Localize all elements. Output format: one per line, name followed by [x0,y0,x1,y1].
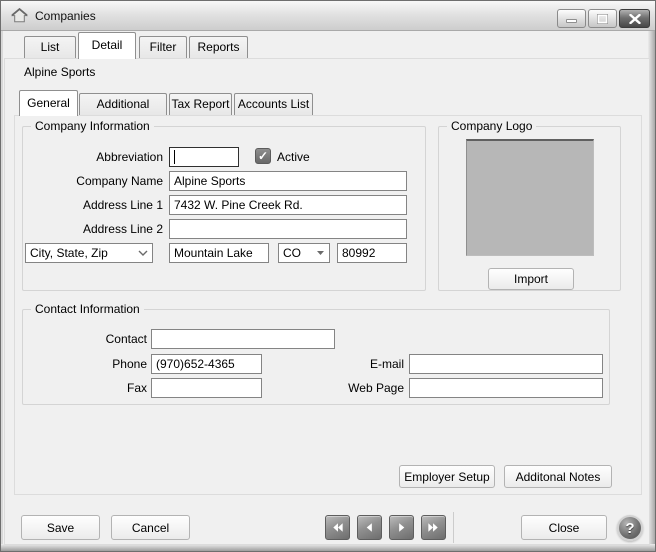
nav-previous-button[interactable] [357,515,382,540]
tab-accounts-list[interactable]: Accounts List [234,93,313,115]
address-line2-label: Address Line 2 [39,222,163,236]
minimize-button[interactable] [557,9,586,28]
contact-label: Contact [41,332,147,346]
footer-separator [453,512,454,543]
titlebar-close-button[interactable] [619,9,650,28]
web-page-label: Web Page [298,381,404,395]
address-line1-input[interactable] [169,195,407,215]
zip-input[interactable] [337,243,407,263]
company-information-legend: Company Information [31,119,154,133]
chevron-down-icon [138,250,148,256]
tab-additional-detail[interactable]: Additional Detail [79,93,167,115]
abbreviation-input[interactable] [169,147,239,167]
dropdown-arrow-icon [316,250,325,256]
city-input[interactable] [169,243,269,263]
phone-input[interactable] [151,354,262,374]
window-title: Companies [35,9,96,23]
companies-window: Companies List Detail Filter Reports Alp… [0,0,656,552]
active-checkbox[interactable]: ✓ [255,148,271,164]
company-name-input[interactable] [169,171,407,191]
email-input[interactable] [409,354,603,374]
email-label: E-mail [298,357,404,371]
address-line1-label: Address Line 1 [39,198,163,212]
save-button[interactable]: Save [21,515,100,540]
question-mark-icon: ? [625,520,634,537]
employer-setup-button[interactable]: Employer Setup [399,465,495,488]
address-format-value: City, State, Zip [30,246,108,260]
active-label: Active [277,150,310,164]
state-select[interactable]: CO [278,243,330,263]
close-x-icon [629,14,641,24]
abbreviation-label: Abbreviation [39,150,163,164]
web-page-input[interactable] [409,378,603,398]
phone-label: Phone [41,357,147,371]
nav-first-button[interactable] [325,515,350,540]
additional-notes-button[interactable]: Additonal Notes [504,465,612,488]
double-arrow-right-icon [426,520,441,535]
tab-filter[interactable]: Filter [139,36,187,58]
cancel-button[interactable]: Cancel [111,515,190,540]
tab-list[interactable]: List [24,36,76,58]
double-arrow-left-icon [330,520,345,535]
minimize-icon [566,19,577,23]
company-name-label: Company Name [39,174,163,188]
arrow-left-icon [362,520,377,535]
text-caret [174,150,175,164]
window-frame-left [1,31,3,551]
state-value: CO [283,246,301,260]
maximize-button[interactable] [588,9,617,28]
tab-tax-report[interactable]: Tax Report [169,93,232,115]
close-button[interactable]: Close [521,515,607,540]
window-frame-bottom [1,544,655,551]
arrow-right-icon [394,520,409,535]
nav-last-button[interactable] [421,515,446,540]
company-logo-legend: Company Logo [447,119,536,133]
address-line2-input[interactable] [169,219,407,239]
house-icon [11,8,28,23]
nav-next-button[interactable] [389,515,414,540]
tab-general[interactable]: General [19,90,78,116]
contact-input[interactable] [151,329,335,349]
tab-reports[interactable]: Reports [189,36,248,58]
address-format-select[interactable]: City, State, Zip [25,243,153,263]
maximize-icon [597,14,608,24]
fax-label: Fax [41,381,147,395]
import-button[interactable]: Import [488,268,574,290]
company-logo-image [466,139,594,256]
record-title: Alpine Sports [24,65,95,79]
contact-information-legend: Contact Information [31,302,144,316]
tab-detail[interactable]: Detail [78,32,136,59]
help-button[interactable]: ? [617,515,643,541]
fax-input[interactable] [151,378,262,398]
